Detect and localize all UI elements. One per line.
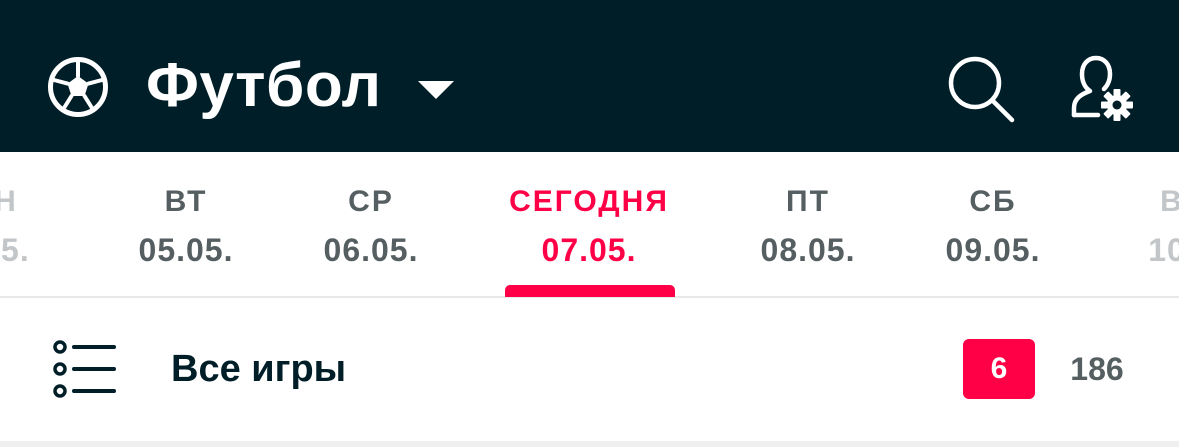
soccer-ball-icon[interactable] (47, 56, 109, 118)
day-date: 05.05. (138, 232, 234, 268)
caret-down-icon[interactable] (416, 78, 456, 102)
sport-title[interactable]: Футбол (146, 48, 382, 124)
day-tab-wed[interactable]: СР 06.05. (281, 182, 461, 272)
day-tab-sun[interactable]: В 10. (1082, 182, 1179, 272)
active-day-indicator (505, 285, 675, 297)
total-games-count: 186 (1070, 351, 1124, 387)
day-tab-tue[interactable]: ВТ 05.05. (96, 182, 276, 272)
day-tab-fri[interactable]: ПТ 08.05. (718, 182, 898, 272)
day-date: 06.05. (323, 232, 419, 268)
day-date: 08.05. (760, 232, 856, 268)
day-name: СЕГОДНЯ (509, 185, 669, 218)
live-count-badge[interactable]: 6 (963, 339, 1035, 399)
day-name: В (1082, 182, 1179, 222)
day-name: СР (348, 185, 394, 218)
day-name: ПТ (786, 185, 830, 218)
day-date: 07.05. (541, 232, 637, 268)
all-games-row[interactable]: Все игры 6 186 (0, 298, 1179, 440)
day-tab-mon[interactable]: Н 05. (0, 182, 96, 272)
day-date: 05. (0, 232, 30, 268)
search-icon[interactable] (944, 52, 1020, 128)
date-selector: Н 05. ВТ 05.05. СР 06.05. СЕГОДНЯ 07.05.… (0, 152, 1179, 298)
list-icon (53, 340, 116, 398)
day-tab-sat[interactable]: СБ 09.05. (903, 182, 1083, 272)
day-tab-today[interactable]: СЕГОДНЯ 07.05. (479, 182, 699, 272)
app-header: Футбол (0, 0, 1179, 152)
day-name: СБ (969, 185, 1017, 218)
user-settings-icon[interactable] (1060, 52, 1140, 128)
section-divider (0, 441, 1179, 447)
day-date: 09.05. (945, 232, 1041, 268)
day-name: Н (0, 182, 96, 222)
day-date: 10. (1148, 232, 1179, 268)
all-games-label: Все игры (171, 348, 347, 390)
day-name: ВТ (164, 185, 208, 218)
